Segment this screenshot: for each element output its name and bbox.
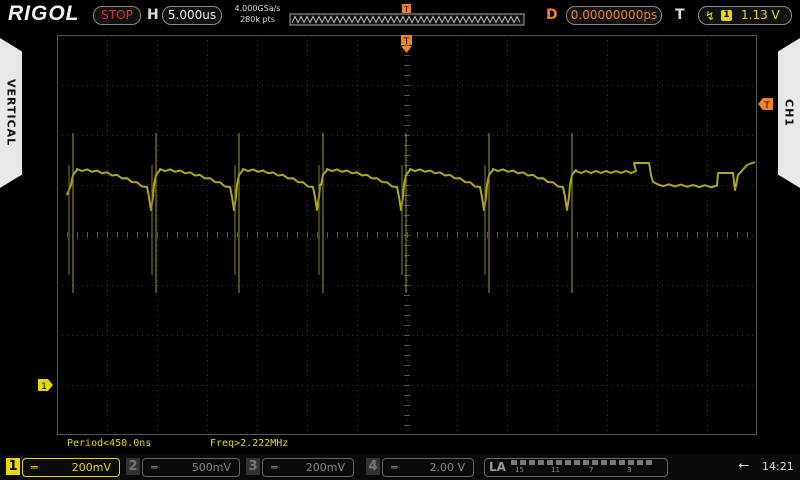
ch1-ground-marker[interactable]: 1 bbox=[38, 379, 54, 391]
sample-rate: 4.000GSa/s bbox=[234, 4, 281, 13]
trigger-position-icon: T bbox=[402, 4, 411, 14]
ch1-number[interactable]: 1 bbox=[6, 458, 20, 475]
svg-text:T: T bbox=[763, 101, 770, 110]
la-group-15: 15 bbox=[515, 466, 524, 474]
usb-icon: ⭠ bbox=[738, 457, 750, 473]
vertical-tab[interactable]: VERTICAL bbox=[0, 38, 22, 188]
delay-button[interactable]: 0.00000000ps bbox=[566, 6, 662, 25]
run-stop-button[interactable]: STOP bbox=[93, 6, 141, 25]
trigger-label: T bbox=[675, 7, 685, 23]
trigger-level-marker[interactable]: T bbox=[758, 98, 774, 110]
svg-text:1: 1 bbox=[41, 382, 47, 391]
waveform-display[interactable] bbox=[57, 35, 757, 435]
ch4-scale-button[interactable]: ═ 2.00 V bbox=[382, 458, 474, 477]
vertical-tab-label: VERTICAL bbox=[4, 79, 18, 147]
la-group-3: 3 bbox=[627, 466, 632, 474]
la-group-11: 11 bbox=[551, 466, 560, 474]
ch3-scale: 200mV bbox=[305, 461, 345, 474]
svg-text:T: T bbox=[403, 5, 409, 14]
ch4-number[interactable]: 4 bbox=[366, 458, 380, 475]
delay-label: D bbox=[546, 7, 558, 23]
ch1-tab-label: CH1 bbox=[782, 99, 796, 127]
memory-depth: 280k pts bbox=[240, 15, 275, 24]
bottom-channel-bar: 1 ═ 200mV 2 ═ 500mV 3 ═ 200mV 4 ═ 2.00 V… bbox=[0, 454, 800, 480]
ch1-waveform-spikes bbox=[68, 133, 573, 293]
graticule bbox=[57, 35, 757, 435]
dc-coupling-icon: ═ bbox=[31, 461, 38, 474]
ch3-number[interactable]: 3 bbox=[246, 458, 260, 475]
ch1-scale: 200mV bbox=[71, 461, 111, 474]
acquisition-info: 4.000GSa/s 280k pts bbox=[230, 3, 285, 25]
svg-text:T: T bbox=[403, 37, 410, 47]
rising-edge-icon: ↯ bbox=[705, 9, 716, 23]
top-status-bar: RIGOL STOP H 5.000us 4.000GSa/s 280k pts… bbox=[0, 0, 800, 30]
memory-overview[interactable]: T bbox=[289, 3, 525, 27]
ch2-scale-button[interactable]: ═ 500mV bbox=[142, 458, 240, 477]
trigger-level: 1.13 V bbox=[741, 8, 780, 22]
timebase-button[interactable]: 5.000us bbox=[162, 6, 222, 25]
trigger-button[interactable]: ↯ 1 1.13 V bbox=[698, 6, 792, 25]
horizontal-label: H bbox=[147, 7, 159, 23]
ch2-number[interactable]: 2 bbox=[126, 458, 140, 475]
dc-coupling-icon: ═ bbox=[391, 461, 398, 474]
ch3-scale-button[interactable]: ═ 200mV bbox=[262, 458, 354, 477]
la-channel-indicators bbox=[511, 460, 652, 465]
clock-time: 14:21 bbox=[762, 460, 794, 473]
frequency-measurement: Freq>2.222MHz bbox=[210, 438, 289, 449]
ch1-tab[interactable]: CH1 bbox=[778, 38, 800, 188]
dc-coupling-icon: ═ bbox=[271, 461, 278, 474]
la-label: LA bbox=[489, 460, 506, 474]
trigger-source-badge: 1 bbox=[721, 10, 732, 21]
period-measurement: Period<450.0ns bbox=[67, 438, 152, 449]
ch4-scale: 2.00 V bbox=[429, 461, 465, 474]
brand-logo: RIGOL bbox=[8, 2, 80, 25]
dc-coupling-icon: ═ bbox=[151, 461, 158, 474]
trigger-time-marker[interactable]: T bbox=[400, 34, 414, 54]
ch2-scale: 500mV bbox=[191, 461, 231, 474]
la-button[interactable]: LA 15 11 7 3 bbox=[484, 458, 668, 477]
la-group-7: 7 bbox=[589, 466, 594, 474]
ch1-waveform-trace bbox=[66, 161, 756, 211]
ch1-scale-button[interactable]: ═ 200mV bbox=[22, 458, 120, 477]
